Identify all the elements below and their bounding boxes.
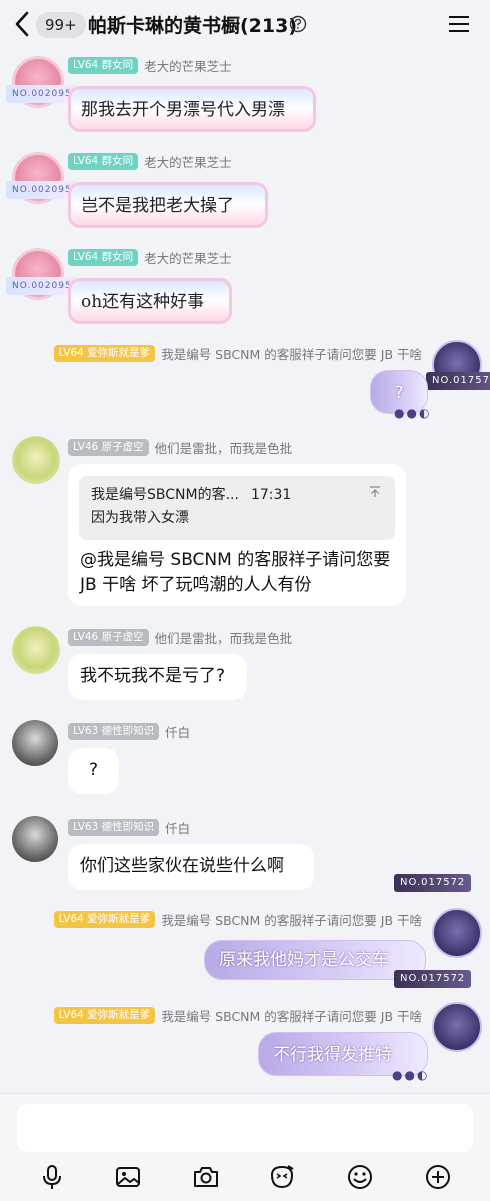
nickname[interactable]: 老大的芒果芝士 [144,56,232,75]
image-icon[interactable] [114,1163,142,1191]
message-item: NO.002095 LV64 群女同 老大的芒果芝士 oh还有这种好事 [0,242,490,332]
id-tag: NO.017572 [394,874,472,892]
message-bubble[interactable]: 我不玩我不是亏了? [68,654,247,700]
level-badge: LV64 群女同 [68,153,139,170]
nickname[interactable]: 他们是雷批，而我是色批 [155,628,293,647]
nickname[interactable]: 老大的芒果芝士 [144,248,232,267]
chat-title[interactable]: 帕斯卡琳的黄书橱(213) [88,11,297,38]
message-item: NO.002095 LV64 群女同 老大的芒果芝士 那我去开个男漂号代入男漂 [0,50,490,140]
message-item: LV46 原子虚空 他们是雷批，而我是色批 我是编号SBCNM的客... 17:… [0,434,490,614]
level-badge: LV64 爱弥斯就是爹 [53,911,156,928]
level-badge: LV46 原子虚空 [68,439,149,456]
quote-author: 我是编号SBCNM的客... [91,487,239,503]
message-bubble[interactable]: 原来我他妈才是公交车 [204,940,426,980]
level-badge: LV46 原子虚空 [68,629,149,646]
menu-icon[interactable] [448,14,470,34]
message-item: LV63 德性即知识 仟白 ? [0,718,490,798]
jump-up-icon[interactable] [369,486,381,498]
id-tag: NO.002095 [6,277,78,295]
avatar[interactable] [432,908,482,958]
level-badge: LV64 爱弥斯就是爹 [53,345,156,362]
message-bubble[interactable]: 岂不是我把老大操了 [68,182,268,228]
bubble-deco-dots: ●●◐ [392,1068,430,1082]
message-text: @我是编号 SBCNM 的客服祥子请问您要 JB 干啥 坏了玩鸣潮的人人有份 [80,550,391,595]
quoted-message[interactable]: 我是编号SBCNM的客... 17:31 因为我带入女漂 [79,476,395,540]
message-item: LV64 爱弥斯就是爹 我是编号 SBCNM 的客服祥子请问您要 JB 干啥 N… [0,338,490,428]
unread-badge[interactable]: 99+ [36,12,86,38]
quote-time: 17:31 [250,487,292,503]
message-item: LV63 德性即知识 仟白 你们这些家伙在说些什么啊 NO.017572 [0,814,490,894]
avatar[interactable] [12,626,60,674]
level-badge: LV64 群女同 [68,57,139,74]
level-badge: LV64 爱弥斯就是爹 [53,1007,156,1024]
nickname[interactable]: 我是编号 SBCNM 的客服祥子请问您要 JB 干啥 [161,910,422,929]
avatar[interactable] [12,720,58,766]
quote-text: 因为我带入女漂 [91,510,189,526]
chat-header: 99+ 帕斯卡琳的黄书橱(213) [0,0,490,50]
camera-icon[interactable] [192,1163,220,1191]
nickname[interactable]: 老大的芒果芝士 [144,152,232,171]
level-badge: LV63 德性即知识 [68,819,160,836]
id-tag: NO.002095 [6,181,78,199]
avatar[interactable] [432,1002,482,1052]
message-bubble[interactable]: oh还有这种好事 [68,278,232,324]
message-bubble[interactable]: 那我去开个男漂号代入男漂 [68,86,316,132]
message-input[interactable] [17,1104,473,1152]
quote-header: 我是编号SBCNM的客... 17:31 [91,484,383,507]
message-item: NO.002095 LV64 群女同 老大的芒果芝士 岂不是我把老大操了 [0,146,490,236]
group-info-icon[interactable] [289,15,307,33]
bubble-deco-dots: ●●◐ [394,406,432,420]
id-tag: NO.002095 [6,85,78,103]
emoji-red-packet-icon[interactable] [268,1163,296,1191]
back-icon[interactable] [14,11,30,37]
input-area [0,1093,490,1201]
nickname[interactable]: 仟白 [165,722,190,741]
id-tag: NO.017572 [394,970,472,988]
message-item: LV64 爱弥斯就是爹 我是编号 SBCNM 的客服祥子请问您要 JB 干啥 不… [0,1000,490,1090]
nickname[interactable]: 他们是雷批，而我是色批 [155,438,293,457]
nickname[interactable]: 我是编号 SBCNM 的客服祥子请问您要 JB 干啥 [161,344,422,363]
nickname[interactable]: 仟白 [165,818,190,837]
mic-icon[interactable] [38,1163,66,1191]
id-tag: NO.017572 [426,372,490,390]
message-bubble[interactable]: 你们这些家伙在说些什么啊 [68,844,314,890]
avatar[interactable] [12,816,58,862]
message-item: LV46 原子虚空 他们是雷批，而我是色批 我不玩我不是亏了? [0,624,490,704]
nickname[interactable]: 我是编号 SBCNM 的客服祥子请问您要 JB 干啥 [161,1006,422,1025]
message-bubble[interactable]: ? [68,748,119,794]
level-badge: LV64 群女同 [68,249,139,266]
plus-icon[interactable] [424,1163,452,1191]
message-bubble[interactable]: 我是编号SBCNM的客... 17:31 因为我带入女漂 @我是编号 SBCNM… [68,464,406,606]
level-badge: LV63 德性即知识 [68,723,160,740]
message-item: LV64 爱弥斯就是爹 我是编号 SBCNM 的客服祥子请问您要 JB 干啥 原… [0,904,490,994]
smile-icon[interactable] [346,1163,374,1191]
avatar[interactable] [12,436,60,484]
